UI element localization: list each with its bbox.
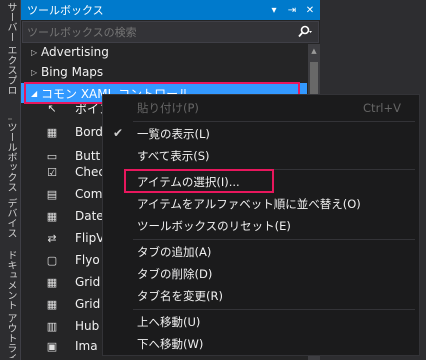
rail-tab-devices[interactable]: デバイス: [2, 198, 18, 238]
menu-item-label: タブの追加(A): [137, 245, 212, 259]
toolbox-item-label: Bord: [75, 125, 103, 139]
menu-item-label: ツールボックスのリセット(E): [137, 219, 291, 233]
menu-item-delete-tab[interactable]: タブの削除(D): [103, 263, 419, 285]
menu-item-move-up[interactable]: 上へ移動(U): [103, 311, 419, 333]
close-icon[interactable]: ✕: [302, 2, 318, 18]
toolbox-item-label: Ima: [75, 339, 98, 353]
menu-item-label: 貼り付け(P): [137, 101, 199, 115]
checkmark-icon: ✔: [113, 126, 124, 140]
toolbox-item-label: Grid: [75, 297, 101, 311]
menu-item-label: アイテムをアルファベット順に並べ替え(O): [137, 197, 361, 211]
menu-item-reset-toolbox[interactable]: ツールボックスのリセット(E): [103, 215, 419, 237]
menu-item-move-down[interactable]: 下へ移動(W): [103, 333, 419, 355]
search-icon[interactable]: [292, 22, 318, 42]
window-position-dropdown-icon[interactable]: ▾: [266, 2, 282, 18]
toolbox-group-advertising[interactable]: ▷ Advertising: [21, 42, 307, 62]
menu-item-paste[interactable]: 貼り付け(P) Ctrl+V: [103, 97, 419, 119]
image-icon: ▣: [46, 339, 58, 353]
menu-item-sort-alphabetically[interactable]: アイテムをアルファベット順に並べ替え(O): [103, 193, 419, 215]
scroll-up-arrow-icon[interactable]: ▲: [308, 44, 320, 58]
rail-tab-server-explorer[interactable]: サーバー エクスプローラー: [2, 2, 18, 94]
menu-item-add-tab[interactable]: タブの追加(A): [103, 241, 419, 263]
toolbox-search-input[interactable]: [27, 25, 292, 39]
menu-separator: [133, 121, 415, 122]
hub-icon: ▥: [46, 319, 58, 333]
toolbox-item-label: Grid: [75, 275, 101, 289]
toolbox-item-label: Flyo: [75, 253, 100, 267]
menu-separator: [133, 239, 415, 240]
menu-item-rename-tab[interactable]: タブ名を変更(R): [103, 285, 419, 307]
toolbox-title: ツールボックス: [27, 4, 104, 17]
menu-item-shortcut: Ctrl+V: [363, 101, 401, 115]
gridview-icon: ▦: [46, 297, 58, 311]
menu-item-list-view[interactable]: ✔ 一覧の表示(L): [103, 123, 419, 145]
menu-item-label: すべて表示(S): [137, 149, 210, 163]
menu-item-label: 一覧の表示(L): [137, 127, 210, 141]
flipview-icon: ⇄: [47, 231, 57, 245]
toolbox-search-box[interactable]: [22, 21, 319, 43]
menu-item-show-all[interactable]: すべて表示(S): [103, 145, 419, 167]
grid-icon: ▦: [46, 275, 58, 289]
toolbox-item-label: FlipV: [75, 231, 105, 245]
checkbox-icon: ☑: [47, 165, 57, 179]
rail-separator: [8, 118, 12, 120]
group-label: Advertising: [41, 45, 109, 59]
toolbox-item-label: Chec: [75, 165, 105, 179]
menu-item-label: タブ名を変更(R): [137, 289, 223, 303]
menu-separator: [133, 309, 415, 310]
toolbox-group-bing-maps[interactable]: ▷ Bing Maps: [21, 62, 307, 82]
annotation-highlight-choose-items: [124, 169, 274, 193]
collapsed-arrow-icon: ▷: [31, 47, 38, 57]
toolbox-item-label: Com: [75, 187, 103, 201]
auto-hide-pin-icon[interactable]: ⇥: [284, 2, 300, 18]
border-icon: ▦: [46, 125, 58, 139]
toolbox-context-menu: 貼り付け(P) Ctrl+V ✔ 一覧の表示(L) すべて表示(S) アイテムの…: [102, 94, 420, 356]
toolbox-item-label: Hub: [75, 319, 100, 333]
datepicker-icon: ▦: [46, 209, 58, 223]
menu-item-label: 上へ移動(U): [137, 315, 201, 329]
rail-tab-document-outline[interactable]: ドキュメント アウトライン: [2, 250, 18, 358]
menu-item-label: タブの削除(D): [137, 267, 213, 281]
group-label: Bing Maps: [41, 65, 104, 79]
collapsed-arrow-icon: ▷: [31, 67, 38, 77]
flyout-icon: ▢: [46, 253, 58, 267]
toolbox-item-label: Date: [75, 209, 104, 223]
rail-tab-toolbox[interactable]: ツールボックス: [2, 122, 18, 192]
combobox-icon: ▤: [46, 187, 58, 201]
toolbox-titlebar: ツールボックス ▾ ⇥ ✕: [21, 0, 320, 20]
left-tool-rail: サーバー エクスプローラー ツールボックス デバイス ドキュメント アウトライン: [0, 0, 20, 360]
menu-item-label: 下へ移動(W): [137, 337, 204, 351]
